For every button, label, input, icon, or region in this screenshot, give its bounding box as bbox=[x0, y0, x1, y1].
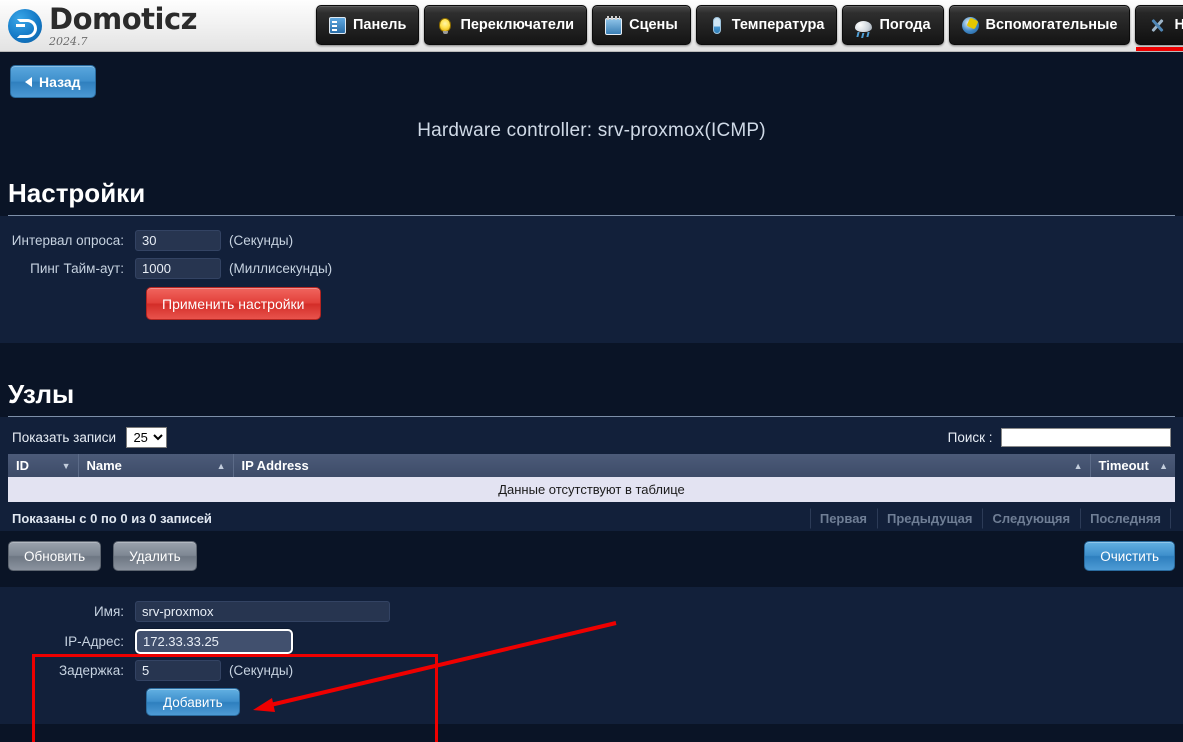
nodes-heading: Узлы bbox=[8, 379, 75, 409]
poll-interval-unit: (Секунды) bbox=[229, 233, 294, 248]
table-row: Данные отсутствуют в таблице bbox=[8, 477, 1175, 502]
node-delay-unit: (Секунды) bbox=[229, 663, 294, 678]
poll-interval-input[interactable] bbox=[135, 230, 221, 251]
pagination-first[interactable]: Первая bbox=[809, 508, 877, 529]
wrench-icon bbox=[1148, 17, 1167, 34]
tab-switches[interactable]: Переключатели bbox=[424, 5, 588, 45]
sort-asc-icon: ▲ bbox=[216, 460, 226, 471]
column-header-name[interactable]: Name ▲ bbox=[78, 454, 234, 477]
table-header-row: ID ▼ Name ▲ IP Address ▲ Timeout ▲ bbox=[8, 454, 1175, 477]
scene-icon bbox=[605, 15, 623, 35]
ping-timeout-label: Пинг Тайм-аут: bbox=[30, 260, 124, 276]
node-delay-input[interactable] bbox=[135, 660, 221, 681]
back-button[interactable]: Назад bbox=[10, 65, 96, 98]
node-name-row: Имя: bbox=[0, 601, 1183, 622]
nodes-table: ID ▼ Name ▲ IP Address ▲ Timeout ▲ Данны… bbox=[8, 454, 1175, 502]
table-info: Показаны с 0 по 0 из 0 записей bbox=[12, 511, 212, 526]
tab-utility-label: Вспомогательные bbox=[985, 17, 1118, 33]
tab-scenes-label: Сцены bbox=[629, 17, 678, 33]
node-name-label: Имя: bbox=[93, 603, 124, 619]
column-header-ip-address[interactable]: IP Address ▲ bbox=[233, 454, 1091, 477]
tab-settings-label: Настройка bbox=[1174, 17, 1183, 33]
ping-timeout-unit: (Миллисекунды) bbox=[229, 261, 333, 276]
column-label: Timeout bbox=[1098, 458, 1149, 473]
search-input[interactable] bbox=[1001, 428, 1171, 447]
back-button-label: Назад bbox=[39, 73, 81, 90]
add-node-button[interactable]: Добавить bbox=[146, 688, 240, 716]
node-name-input[interactable] bbox=[135, 601, 390, 622]
tab-temperature[interactable]: Температура bbox=[695, 5, 838, 45]
tab-weather[interactable]: Погода bbox=[842, 5, 944, 45]
nodes-table-wrap: Показать записи 25 Поиск : ID ▼ Name ▲ I… bbox=[0, 417, 1183, 531]
top-navigation-bar: Domoticz 2024.7 Панель Переключатели Сце… bbox=[0, 0, 1183, 52]
tab-dashboard[interactable]: Панель bbox=[316, 5, 420, 45]
sort-asc-icon: ▲ bbox=[1073, 460, 1083, 471]
tab-utility[interactable]: Вспомогательные bbox=[948, 5, 1131, 45]
page-title: Hardware controller: srv-proxmox(ICMP) bbox=[417, 120, 766, 141]
table-footer: Показаны с 0 по 0 из 0 записей Первая Пр… bbox=[8, 502, 1175, 531]
delete-button[interactable]: Удалить bbox=[113, 541, 197, 571]
settings-panel: Интервал опроса: (Секунды) Пинг Тайм-аут… bbox=[0, 216, 1183, 343]
column-label: Name bbox=[86, 458, 122, 473]
weather-icon bbox=[855, 20, 873, 32]
dashboard-icon bbox=[329, 16, 346, 34]
table-search-label: Поиск : bbox=[947, 430, 993, 445]
tab-weather-label: Погода bbox=[879, 17, 931, 33]
apply-settings-row: Применить настройки bbox=[0, 287, 1183, 320]
utility-icon bbox=[961, 16, 979, 34]
pagination-next[interactable]: Следующяя bbox=[982, 508, 1080, 529]
node-ip-input[interactable] bbox=[135, 629, 293, 654]
settings-heading: Настройки bbox=[8, 178, 146, 208]
table-length-select[interactable]: 25 bbox=[126, 427, 168, 448]
poll-interval-row: Интервал опроса: (Секунды) bbox=[0, 230, 1183, 251]
action-bar: Обновить Удалить Очистить bbox=[0, 531, 1183, 581]
tab-switches-label: Переключатели bbox=[460, 17, 575, 33]
column-label: IP Address bbox=[241, 458, 309, 473]
pagination: Первая Предыдущая Следующяя Последняя bbox=[809, 508, 1171, 529]
node-ip-row: IP-Адрес: bbox=[0, 629, 1183, 654]
node-ip-label: IP-Адрес: bbox=[64, 633, 124, 649]
column-header-id[interactable]: ID ▼ bbox=[8, 454, 79, 477]
table-length-label: Показать записи bbox=[12, 430, 116, 445]
arrow-left-icon bbox=[25, 76, 32, 87]
table-search-control: Поиск : bbox=[948, 428, 1171, 447]
lightbulb-icon bbox=[439, 18, 452, 34]
apply-settings-button[interactable]: Применить настройки bbox=[146, 287, 321, 320]
brand: Domoticz 2024.7 bbox=[0, 0, 198, 51]
tab-settings[interactable]: Настройка ▼ bbox=[1135, 5, 1183, 51]
refresh-button[interactable]: Обновить bbox=[8, 541, 102, 571]
nav-tabs: Панель Переключатели Сцены Температура П… bbox=[316, 5, 1183, 51]
ping-timeout-row: Пинг Тайм-аут: (Миллисекунды) bbox=[0, 258, 1183, 279]
poll-interval-label: Интервал опроса: bbox=[11, 232, 124, 248]
domoticz-logo-icon bbox=[8, 9, 42, 43]
add-node-button-row: Добавить bbox=[0, 688, 1183, 716]
node-delay-row: Задержка: (Секунды) bbox=[0, 660, 1183, 681]
table-controls: Показать записи 25 Поиск : bbox=[8, 425, 1175, 454]
ping-timeout-input[interactable] bbox=[135, 258, 221, 279]
thermometer-icon bbox=[712, 16, 721, 34]
page-body: Назад Hardware controller: srv-proxmox(I… bbox=[0, 52, 1183, 742]
column-label: ID bbox=[16, 458, 29, 473]
tab-scenes[interactable]: Сцены bbox=[592, 5, 691, 45]
pagination-previous[interactable]: Предыдущая bbox=[877, 508, 982, 529]
sort-asc-icon: ▲ bbox=[1159, 460, 1168, 471]
column-header-timeout[interactable]: Timeout ▲ bbox=[1090, 454, 1175, 477]
tab-dashboard-label: Панель bbox=[353, 17, 407, 33]
table-length-control: Показать записи 25 bbox=[12, 427, 168, 448]
brand-version: 2024.7 bbox=[49, 35, 88, 48]
brand-name: Domoticz bbox=[49, 2, 198, 36]
table-empty-message: Данные отсутствуют в таблице bbox=[8, 477, 1175, 502]
back-bar: Назад bbox=[0, 52, 1183, 98]
pagination-last[interactable]: Последняя bbox=[1080, 508, 1171, 529]
sort-desc-icon: ▼ bbox=[61, 460, 71, 471]
add-node-panel: Имя: IP-Адрес: Задержка: (Секунды) Добав… bbox=[0, 587, 1183, 724]
clear-button[interactable]: Очистить bbox=[1084, 541, 1175, 571]
tab-temperature-label: Температура bbox=[731, 17, 825, 33]
node-delay-label: Задержка: bbox=[58, 662, 124, 678]
